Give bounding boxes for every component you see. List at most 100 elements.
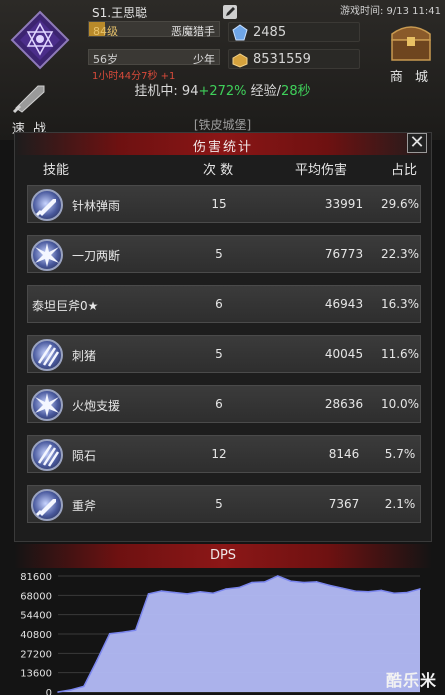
dps-point	[341, 587, 344, 590]
damage-stats-panel: 伤害统计 ✕ 技能 次 数 平均伤害 占比 针林弹雨 15 33991 29.6% 一刀…	[14, 132, 432, 542]
skill-count: 12	[211, 447, 227, 461]
y-tick-label: 27200	[20, 649, 52, 660]
claw-icon	[37, 344, 60, 367]
stage-label: 少年	[193, 53, 215, 66]
y-tick-label: 40800	[20, 630, 52, 641]
burst-icon	[35, 243, 59, 267]
skill-avg-damage: 28636	[324, 397, 364, 411]
skill-avg-damage: 33991	[324, 197, 364, 211]
y-tick-label: 54400	[20, 611, 52, 622]
skill-row[interactable]: 针林弹雨 15 33991 29.6%	[27, 185, 421, 223]
dps-point	[121, 631, 124, 634]
skill-damage-share: 11.6%	[380, 347, 420, 361]
skill-damage-share: 10.0%	[380, 397, 420, 411]
shop-button[interactable]: 商 城	[385, 20, 437, 86]
column-header-count: 次 数	[203, 163, 234, 178]
dps-point	[134, 629, 137, 631]
skill-count: 5	[215, 247, 223, 261]
gold-count: 8531559	[253, 52, 311, 67]
chart-title: DPS	[209, 548, 237, 563]
y-tick-label: 68000	[20, 591, 52, 602]
skill-icon	[31, 339, 63, 371]
dps-point	[302, 581, 305, 584]
hexagram-emblem-icon	[10, 10, 70, 70]
y-tick-label: 0	[46, 688, 52, 695]
afk-prefix: 挂机中: 94	[134, 84, 199, 99]
skill-avg-damage: 76773	[324, 247, 364, 261]
column-header-pct: 占比	[391, 163, 418, 178]
afk-status: 挂机中: 94+272% 经验/28秒	[0, 80, 445, 99]
skill-name: 陨石	[72, 449, 97, 463]
gem-icon	[232, 24, 248, 41]
gem-count: 2485	[253, 25, 287, 40]
treasure-chest-icon	[391, 26, 431, 61]
dps-point	[328, 584, 331, 587]
dps-point	[199, 590, 202, 593]
dps-point	[186, 593, 189, 595]
location-label: [铁皮城堡]	[193, 118, 252, 132]
skill-damage-share: 5.7%	[384, 447, 416, 461]
panel-title: 伤害统计	[192, 140, 253, 155]
column-header-avg: 平均伤害	[295, 163, 348, 178]
skill-damage-share: 22.3%	[380, 247, 420, 261]
skill-damage-share: 16.3%	[380, 297, 420, 311]
dps-chart: DPS 0 13600 27200 40800 54400 68000 81600 酷乐米	[0, 542, 445, 695]
skill-avg-damage: 7367	[328, 497, 360, 511]
skill-icon	[31, 189, 63, 221]
skill-row[interactable]: 一刀两断 5 76773 22.3%	[27, 235, 421, 273]
skill-count: 6	[215, 297, 223, 311]
skill-name: 火炮支援	[72, 399, 121, 413]
skill-name: 重斧	[72, 499, 97, 513]
player-name: S1.王思聪	[92, 6, 148, 20]
dps-point	[212, 592, 214, 595]
skill-row[interactable]: 重斧 5 7367 2.1%	[27, 485, 421, 523]
top-hud: 游戏时间: 9/13 11:41 S1.王思聪 84级 恶魔猎手 56岁 少年 …	[0, 0, 445, 140]
skill-icon	[31, 389, 63, 421]
gem-counter[interactable]: 2485	[228, 22, 360, 42]
dps-point	[147, 593, 150, 595]
dps-plot: 0 13600 27200 40800 54400 68000 81600	[20, 572, 421, 695]
dps-point	[160, 590, 163, 592]
skill-row[interactable]: 火炮支援 6 28636 10.0%	[27, 385, 421, 423]
close-button[interactable]: ✕	[407, 133, 427, 153]
dps-point	[238, 586, 240, 589]
y-tick-label: 81600	[20, 572, 52, 583]
skill-name: 针林弹雨	[72, 199, 121, 213]
skill-row[interactable]: 泰坦巨斧0★ 6 46943 16.3%	[27, 285, 421, 323]
dps-point	[354, 590, 357, 592]
skill-damage-share: 2.1%	[384, 497, 416, 511]
dps-point	[108, 632, 111, 635]
skill-row[interactable]: 刺猪 5 40045 11.6%	[27, 335, 421, 373]
skill-avg-damage: 46943	[324, 297, 364, 311]
sword-icon	[35, 199, 56, 217]
game-time: 游戏时间: 9/13 11:41	[339, 6, 441, 17]
dps-point	[70, 689, 72, 691]
dps-point	[406, 591, 408, 594]
gold-counter[interactable]: 8531559	[228, 49, 360, 69]
claw-icon	[37, 444, 60, 467]
dps-point	[419, 588, 421, 590]
level-bar: 84级 恶魔猎手	[88, 21, 220, 38]
skill-count: 5	[215, 347, 223, 361]
dps-point	[173, 591, 176, 594]
skill-avg-damage: 8146	[328, 447, 360, 461]
skill-icon	[31, 439, 63, 471]
skill-damage-share: 29.6%	[380, 197, 420, 211]
skill-icon	[31, 489, 63, 521]
skill-avg-damage: 40045	[324, 347, 364, 361]
age-label: 56岁	[93, 53, 118, 66]
afk-exp-time: 28秒	[281, 84, 311, 99]
afk-bonus: +272%	[198, 84, 247, 99]
skill-row[interactable]: 陨石 12 8146 5.7%	[27, 435, 421, 473]
dps-point	[57, 691, 59, 693]
skill-name: 刺猪	[72, 349, 97, 363]
age-bar: 56岁 少年	[88, 49, 220, 66]
dps-point	[276, 575, 279, 577]
edit-icon[interactable]	[222, 4, 238, 20]
dps-point	[380, 589, 383, 592]
dps-point	[251, 581, 253, 584]
avatar[interactable]	[10, 10, 70, 70]
y-tick-label: 13600	[20, 669, 52, 680]
column-header-skill: 技能	[43, 163, 70, 178]
dps-point	[95, 659, 98, 662]
